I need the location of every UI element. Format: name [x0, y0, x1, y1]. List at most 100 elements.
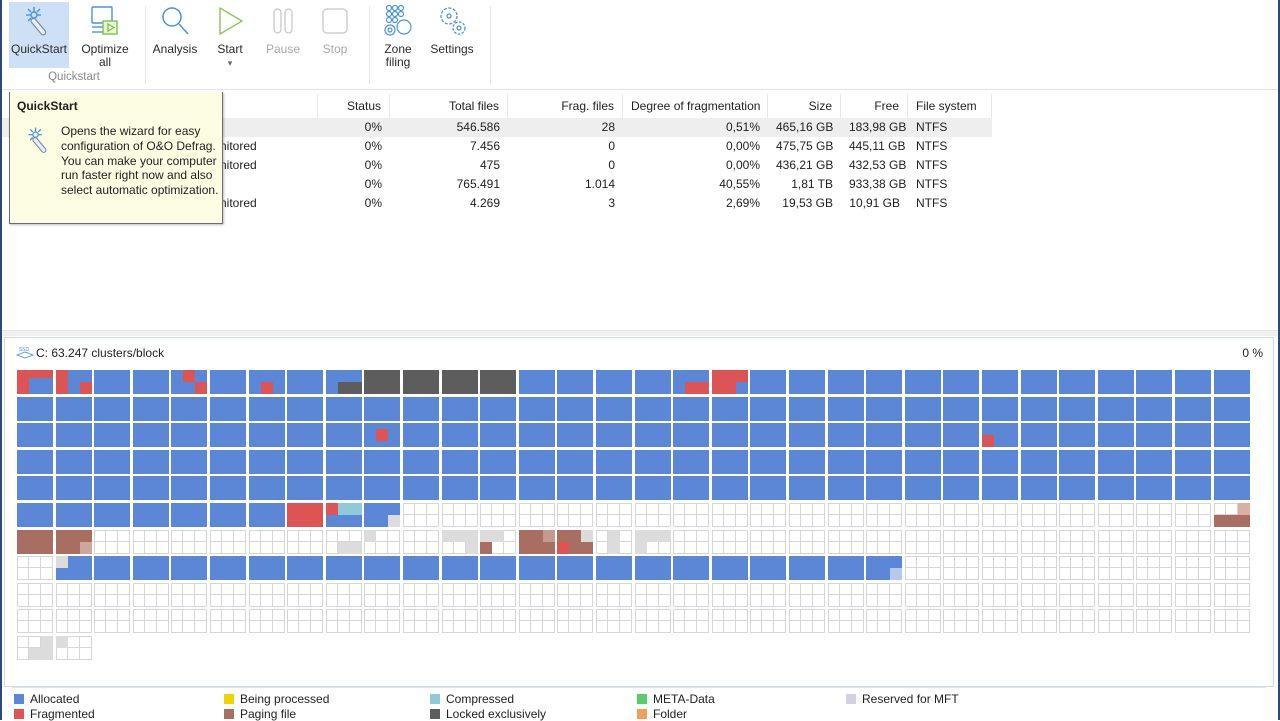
cluster-block-free[interactable] [1098, 556, 1134, 580]
cluster-block-allocated[interactable] [1175, 476, 1211, 500]
cluster-block-allocated[interactable] [905, 450, 941, 474]
cluster-block-free[interactable] [1214, 530, 1250, 554]
cluster-block-free[interactable] [1021, 583, 1057, 607]
cluster-block-allocated[interactable] [789, 397, 825, 421]
cluster-block-free[interactable] [326, 583, 362, 607]
cluster-block-allocated[interactable] [94, 423, 130, 447]
cluster-block-allocated[interactable] [56, 503, 92, 527]
cluster-block-allocated[interactable] [635, 423, 671, 447]
cluster-block-free[interactable] [403, 530, 439, 554]
cluster-block-allocated[interactable] [866, 556, 902, 580]
cluster-block-free[interactable] [133, 609, 169, 633]
cluster-block-free[interactable] [596, 530, 632, 554]
cluster-block-allocated[interactable] [635, 450, 671, 474]
cluster-block-allocated[interactable] [364, 556, 400, 580]
cluster-block-allocated[interactable] [712, 556, 748, 580]
cluster-block-allocated[interactable] [1136, 397, 1172, 421]
cluster-block-allocated[interactable] [1059, 476, 1095, 500]
cluster-block-free[interactable] [519, 609, 555, 633]
cluster-block-allocated[interactable] [17, 503, 53, 527]
cluster-block-allocated[interactable] [56, 450, 92, 474]
cluster-block-free[interactable] [1136, 503, 1172, 527]
cluster-block-allocated[interactable] [1098, 370, 1134, 394]
cluster-block-allocated[interactable] [210, 370, 246, 394]
cluster-block-allocated-with-fragments[interactable] [17, 370, 53, 394]
quickstart-button[interactable]: QuickStart [9, 2, 69, 68]
start-button[interactable]: Start ▾ [206, 2, 254, 68]
cluster-block-free[interactable] [1136, 583, 1172, 607]
cluster-block-locked-exclusively[interactable] [364, 370, 400, 394]
cluster-block-allocated[interactable] [364, 476, 400, 500]
cluster-block-allocated[interactable] [982, 423, 1018, 447]
cluster-block-free[interactable] [133, 530, 169, 554]
cluster-block-allocated-with-fragments[interactable] [171, 370, 207, 394]
cluster-block-allocated[interactable] [210, 397, 246, 421]
cluster-block-allocated[interactable] [982, 397, 1018, 421]
cluster-block-allocated[interactable] [1175, 370, 1211, 394]
stop-button[interactable]: Stop [311, 2, 359, 68]
cluster-block-allocated[interactable] [17, 423, 53, 447]
cluster-block-allocated[interactable] [712, 423, 748, 447]
col-header-degree[interactable]: Degree of fragmentation [623, 94, 768, 118]
cluster-block-allocated[interactable] [403, 423, 439, 447]
col-header-name[interactable] [220, 94, 318, 118]
cluster-block-free[interactable] [442, 609, 478, 633]
cluster-block-free[interactable] [557, 583, 593, 607]
cluster-block-free[interactable] [982, 503, 1018, 527]
cluster-block-allocated[interactable] [1021, 370, 1057, 394]
cluster-block-free[interactable] [287, 530, 323, 554]
cluster-block-free[interactable] [750, 503, 786, 527]
analysis-button[interactable]: Analysis [150, 2, 200, 68]
cluster-block-allocated[interactable] [1136, 450, 1172, 474]
cluster-block-paging-file[interactable] [17, 530, 53, 554]
cluster-block-allocated[interactable] [133, 476, 169, 500]
cluster-block-allocated[interactable] [17, 397, 53, 421]
cluster-block-free[interactable] [596, 503, 632, 527]
cluster-block-allocated[interactable] [828, 556, 864, 580]
cluster-block-free[interactable] [828, 609, 864, 633]
cluster-block-allocated[interactable] [557, 397, 593, 421]
cluster-block-free[interactable] [1021, 530, 1057, 554]
cluster-block-allocated[interactable] [56, 423, 92, 447]
cluster-block-allocated[interactable] [171, 450, 207, 474]
cluster-block-allocated[interactable] [943, 423, 979, 447]
cluster-block-free[interactable] [635, 503, 671, 527]
cluster-block-allocated[interactable] [750, 370, 786, 394]
cluster-block-allocated[interactable] [364, 450, 400, 474]
cluster-block-allocated[interactable] [326, 450, 362, 474]
cluster-block-free[interactable] [249, 530, 285, 554]
col-header-frag-files[interactable]: Frag. files [508, 94, 623, 118]
col-header-free[interactable]: Free [841, 94, 908, 118]
cluster-block-free[interactable] [635, 609, 671, 633]
cluster-block-free[interactable] [1059, 556, 1095, 580]
cluster-block-allocated[interactable] [635, 476, 671, 500]
cluster-block-free[interactable] [210, 609, 246, 633]
cluster-block-allocated[interactable] [1059, 423, 1095, 447]
cluster-block-free[interactable] [712, 609, 748, 633]
cluster-block-compressed-partial[interactable] [326, 503, 362, 527]
cluster-block-free[interactable] [442, 530, 478, 554]
pause-button[interactable]: Pause [259, 2, 307, 68]
cluster-block-allocated[interactable] [866, 476, 902, 500]
cluster-block-free[interactable] [442, 583, 478, 607]
cluster-block-allocated[interactable] [789, 423, 825, 447]
cluster-block-free[interactable] [480, 583, 516, 607]
cluster-block-allocated[interactable] [287, 476, 323, 500]
cluster-block-free[interactable] [17, 636, 53, 660]
cluster-block-free[interactable] [287, 583, 323, 607]
cluster-block-free[interactable] [1098, 609, 1134, 633]
cluster-block-allocated[interactable] [712, 476, 748, 500]
cluster-block-allocated[interactable] [866, 450, 902, 474]
cluster-block-allocated[interactable] [905, 370, 941, 394]
cluster-block-free[interactable] [171, 530, 207, 554]
cluster-block-allocated[interactable] [364, 397, 400, 421]
cluster-block-free[interactable] [943, 556, 979, 580]
cluster-block-allocated[interactable] [866, 397, 902, 421]
cluster-block-allocated[interactable] [712, 397, 748, 421]
cluster-block-free[interactable] [943, 583, 979, 607]
cluster-block-free[interactable] [673, 503, 709, 527]
cluster-block-free[interactable] [1021, 609, 1057, 633]
cluster-block-allocated[interactable] [442, 423, 478, 447]
cluster-block-allocated[interactable] [326, 476, 362, 500]
cluster-block-free[interactable] [905, 503, 941, 527]
